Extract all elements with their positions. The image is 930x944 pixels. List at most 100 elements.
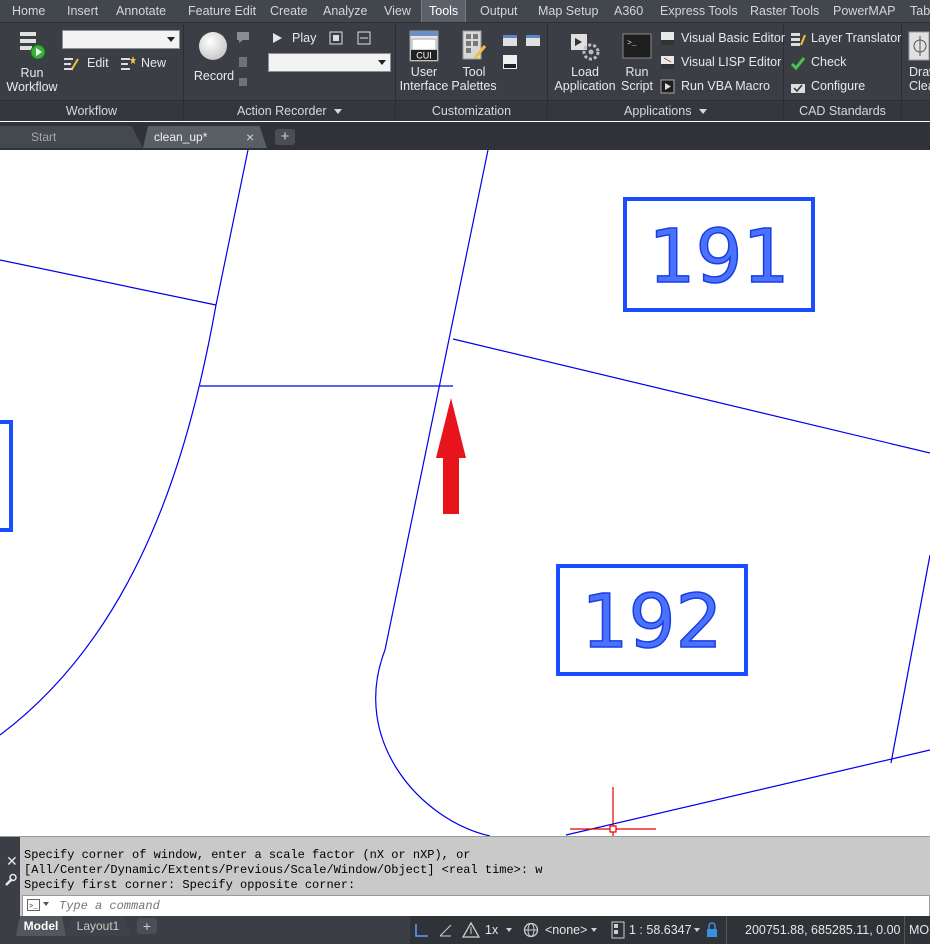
chevron-down-icon[interactable] bbox=[591, 928, 597, 932]
chevron-down-icon[interactable] bbox=[694, 928, 700, 932]
new-workflow-button[interactable]: New bbox=[120, 54, 175, 72]
parcel-boundary-line bbox=[452, 338, 930, 454]
load-application-icon bbox=[571, 34, 600, 61]
viewport-scale-icon[interactable] bbox=[610, 921, 626, 939]
chevron-down-icon[interactable] bbox=[506, 928, 512, 932]
insert-message-icon[interactable] bbox=[236, 31, 250, 43]
globe-icon[interactable] bbox=[523, 922, 539, 938]
command-history-line: [All/Center/Dynamic/Extents/Previous/Sca… bbox=[24, 863, 543, 877]
parcel-boundary-line bbox=[0, 259, 217, 306]
tool-palettes-button[interactable]: Tool Palettes bbox=[450, 27, 498, 93]
workflow-dropdown[interactable] bbox=[62, 30, 180, 49]
tab-create[interactable]: Create bbox=[270, 0, 308, 22]
chevron-down-icon bbox=[334, 109, 343, 115]
configure-standards-button[interactable]: Configure bbox=[790, 78, 900, 96]
action-macro-dropdown[interactable] bbox=[268, 53, 391, 72]
svg-text:>_: >_ bbox=[29, 903, 38, 911]
check-standards-button[interactable]: Check bbox=[790, 54, 900, 72]
tab-feature-edit[interactable]: Feature Edit bbox=[188, 0, 256, 22]
parcel-label-box bbox=[0, 420, 13, 532]
tab-start[interactable]: Start bbox=[0, 126, 143, 148]
command-window-handle[interactable]: ✕ bbox=[0, 837, 20, 917]
macro-preferences-icon[interactable] bbox=[356, 30, 372, 46]
play-button[interactable]: Play bbox=[272, 30, 322, 48]
cad-standards-panel-title: CAD Standards bbox=[784, 100, 901, 121]
ribbon: Run Workflow Edit New Workflow Record Pl… bbox=[0, 23, 930, 121]
visual-basic-editor-button[interactable]: Visual Basic Editor bbox=[659, 30, 785, 48]
applications-panel-title[interactable]: Applications bbox=[548, 100, 783, 121]
tab-annotate[interactable]: Annotate bbox=[116, 0, 166, 22]
customization-panel-title: Customization bbox=[396, 100, 547, 121]
tab-clean-up[interactable]: clean_up* × bbox=[143, 126, 267, 148]
tab-view[interactable]: View bbox=[384, 0, 411, 22]
run-script-button[interactable]: >_ Run Script bbox=[618, 27, 656, 93]
status-bar: Model Layout1 + 1x <none> 1 : 58.6347 20… bbox=[0, 916, 930, 944]
drawing-cleanup-panel: Draw Clea bbox=[902, 23, 930, 121]
viewport-scale-value[interactable]: 1 : 58.6347 bbox=[629, 923, 692, 937]
vba-macro-icon bbox=[660, 79, 675, 94]
close-icon[interactable]: ✕ bbox=[6, 853, 18, 870]
applications-panel: Load Application >_ Run Script Visual Ba… bbox=[548, 23, 785, 121]
macro-manager-icon[interactable] bbox=[328, 30, 344, 46]
parcel-boundary-curve bbox=[0, 304, 217, 736]
layer-translator-icon bbox=[791, 33, 806, 46]
layer-translator-button[interactable]: Layer Translator bbox=[790, 30, 901, 48]
cad-geometry: 191 192 bbox=[0, 150, 930, 836]
tool-palettes-icon bbox=[462, 30, 487, 60]
workflow-panel-title: Workflow bbox=[0, 100, 183, 121]
tab-express-tools[interactable]: Express Tools bbox=[660, 0, 738, 22]
base-point-icon[interactable] bbox=[236, 75, 250, 89]
request-input-icon[interactable] bbox=[236, 56, 250, 70]
edit-aliases-icon[interactable] bbox=[502, 54, 518, 70]
tab-insert[interactable]: Insert bbox=[67, 0, 98, 22]
file-tab-bar: Start clean_up* × + bbox=[0, 122, 930, 150]
user-interface-button[interactable]: CUI User Interface bbox=[398, 27, 450, 93]
drawing-cleanup-button[interactable]: Draw Clea bbox=[904, 27, 930, 93]
tab-a360[interactable]: A360 bbox=[614, 0, 643, 22]
parcel-number-191: 191 bbox=[648, 214, 789, 300]
add-layout-button[interactable]: + bbox=[137, 918, 157, 934]
command-window: ✕ Specify corner of window, enter a scal… bbox=[0, 836, 930, 917]
drawing-canvas[interactable]: 191 192 bbox=[0, 150, 930, 836]
command-input[interactable] bbox=[57, 897, 921, 915]
export-cui-icon[interactable] bbox=[525, 31, 541, 47]
coordinate-system-value[interactable]: <none> bbox=[545, 923, 587, 937]
edit-workflow-button[interactable]: Edit bbox=[63, 54, 113, 72]
polar-tracking-icon[interactable] bbox=[437, 922, 455, 938]
record-button[interactable]: Record bbox=[189, 27, 239, 91]
tab-output[interactable]: Output bbox=[480, 0, 518, 22]
lock-icon[interactable] bbox=[705, 922, 719, 938]
parcel-boundary-curve bbox=[375, 649, 491, 836]
parcel-boundary-line bbox=[565, 749, 930, 836]
visual-lisp-editor-button[interactable]: Visual LISP Editor bbox=[659, 54, 781, 72]
tab-model[interactable]: Model bbox=[16, 916, 66, 936]
tab-raster-tools[interactable]: Raster Tools bbox=[750, 0, 819, 22]
import-cui-icon[interactable] bbox=[502, 31, 518, 47]
wrench-icon[interactable] bbox=[3, 873, 17, 887]
load-application-button[interactable]: Load Application bbox=[550, 27, 616, 93]
action-recorder-panel-title[interactable]: Action Recorder bbox=[184, 100, 395, 121]
tab-analyze[interactable]: Analyze bbox=[323, 0, 367, 22]
tab-map-setup[interactable]: Map Setup bbox=[538, 0, 598, 22]
tab-powermap[interactable]: PowerMAP bbox=[833, 0, 896, 22]
cad-standards-panel: Layer Translator Check Configure CAD Sta… bbox=[784, 23, 902, 121]
close-tab-icon[interactable]: × bbox=[246, 126, 254, 148]
ortho-mode-icon[interactable] bbox=[414, 922, 430, 938]
configure-icon bbox=[791, 84, 805, 93]
tab-overflow[interactable]: Tab bbox=[910, 0, 930, 22]
new-tab-button[interactable]: + bbox=[275, 129, 295, 145]
tab-layout1[interactable]: Layout1 bbox=[66, 916, 130, 936]
tab-tools[interactable]: Tools bbox=[421, 0, 467, 22]
annotation-scale-value[interactable]: 1x bbox=[485, 923, 498, 937]
command-input-box: >_ bbox=[22, 895, 930, 917]
run-workflow-button[interactable]: Run Workflow bbox=[6, 27, 58, 94]
model-space-toggle[interactable]: MO bbox=[909, 923, 929, 937]
chevron-down-icon[interactable] bbox=[43, 902, 49, 906]
chevron-down-icon bbox=[167, 37, 175, 42]
crosshair-cursor bbox=[570, 787, 656, 836]
annotation-scale-icon[interactable] bbox=[462, 922, 480, 938]
command-prompt-icon[interactable]: >_ bbox=[27, 899, 41, 912]
vba-editor-icon bbox=[661, 32, 674, 45]
run-vba-macro-button[interactable]: Run VBA Macro bbox=[659, 78, 781, 96]
tab-home[interactable]: Home bbox=[12, 0, 45, 22]
